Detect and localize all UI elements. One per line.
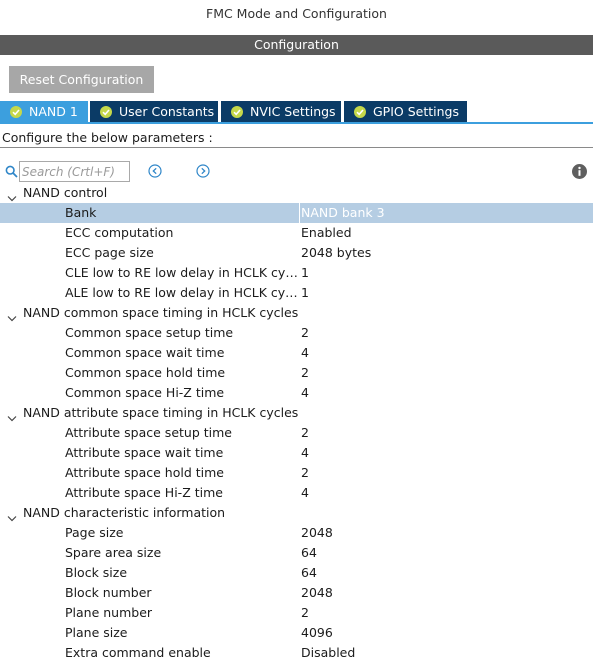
search-input[interactable]: [19, 161, 130, 182]
mode-title: FMC Mode and Configuration: [206, 6, 387, 21]
parameter-row[interactable]: Attribute space wait time 4: [0, 443, 593, 463]
parameter-value[interactable]: 4: [301, 443, 309, 463]
parameter-row[interactable]: Common space Hi-Z time 4: [0, 383, 593, 403]
check-icon: [10, 106, 22, 118]
parameter-name: CLE low to RE low delay in HCLK cycles: [65, 265, 299, 280]
group-label: NAND control: [23, 185, 108, 200]
parameter-value[interactable]: 2048: [301, 523, 333, 543]
parameter-name: Attribute space wait time: [65, 445, 224, 460]
next-result-icon[interactable]: [196, 164, 210, 178]
tab-label: NAND 1: [29, 104, 78, 119]
group-header[interactable]: NAND attribute space timing in HCLK cycl…: [0, 403, 593, 423]
parameter-value[interactable]: 2048: [301, 583, 333, 603]
parameter-name: Plane size: [65, 625, 128, 640]
group-label: NAND common space timing in HCLK cycles: [23, 305, 299, 320]
parameter-row[interactable]: Attribute space Hi-Z time 4: [0, 483, 593, 503]
info-icon[interactable]: [572, 164, 587, 179]
parameter-name: Bank: [65, 205, 97, 220]
parameter-row[interactable]: ECC page size 2048 bytes: [0, 243, 593, 263]
parameter-name: ECC computation: [65, 225, 174, 240]
parameter-value[interactable]: 1: [301, 283, 309, 303]
parameter-row[interactable]: Plane size 4096: [0, 623, 593, 643]
group-label: NAND attribute space timing in HCLK cycl…: [23, 405, 299, 420]
parameter-name: Common space setup time: [65, 325, 234, 340]
configure-hint: Configure the below parameters :: [0, 128, 593, 148]
group-label: NAND characteristic information: [23, 505, 226, 520]
parameter-name: ECC page size: [65, 245, 154, 260]
chevron-down-icon: [7, 309, 17, 322]
chevron-down-icon: [7, 509, 17, 522]
parameter-value[interactable]: 2: [301, 363, 309, 383]
parameter-value[interactable]: NAND bank 3: [301, 203, 385, 223]
tab-label: GPIO Settings: [373, 104, 459, 119]
parameter-name: Attribute space setup time: [65, 425, 232, 440]
parameter-name: Extra command enable: [65, 645, 211, 660]
parameter-row[interactable]: Common space wait time 4: [0, 343, 593, 363]
parameter-row[interactable]: Block size 64: [0, 563, 593, 583]
tab-label: User Constants: [119, 104, 215, 119]
parameter-name: Attribute space hold time: [65, 465, 225, 480]
parameter-name: Spare area size: [65, 545, 162, 560]
parameter-row[interactable]: Spare area size 64: [0, 543, 593, 563]
parameter-value[interactable]: 4: [301, 483, 309, 503]
parameter-row[interactable]: Common space hold time 2: [0, 363, 593, 383]
parameter-name: Block size: [65, 565, 128, 580]
parameter-row[interactable]: Extra command enable Disabled: [0, 643, 593, 663]
parameter-name: Common space wait time: [65, 345, 225, 360]
parameter-name: Attribute space Hi-Z time: [65, 485, 223, 500]
parameter-value[interactable]: 2: [301, 423, 309, 443]
parameter-row[interactable]: Common space setup time 2: [0, 323, 593, 343]
parameter-value[interactable]: 2: [301, 323, 309, 343]
parameter-value[interactable]: 2048 bytes: [301, 243, 371, 263]
parameter-name: Plane number: [65, 605, 153, 620]
parameter-name: Common space hold time: [65, 365, 226, 380]
parameter-row[interactable]: Bank NAND bank 3: [0, 203, 593, 223]
chevron-down-icon: [7, 409, 17, 422]
parameter-value[interactable]: 4: [301, 343, 309, 363]
parameter-value[interactable]: Enabled: [301, 223, 352, 243]
tab-bar: NAND 1 User Constants NVIC Settings GPIO…: [0, 101, 593, 123]
parameter-name: Page size: [65, 525, 124, 540]
check-icon: [354, 106, 366, 118]
parameter-value[interactable]: 4: [301, 383, 309, 403]
group-header[interactable]: NAND control: [0, 183, 593, 203]
check-icon: [231, 106, 243, 118]
tab-user-constants[interactable]: User Constants: [90, 101, 218, 123]
parameter-row[interactable]: ECC computation Enabled: [0, 223, 593, 243]
parameter-row[interactable]: Block number 2048: [0, 583, 593, 603]
parameter-row[interactable]: Page size 2048: [0, 523, 593, 543]
parameter-value[interactable]: 2: [301, 603, 309, 623]
parameter-value[interactable]: 2: [301, 463, 309, 483]
reset-configuration-button[interactable]: Reset Configuration: [9, 66, 154, 93]
parameter-row[interactable]: ALE low to RE low delay in HCLK cycles 1: [0, 283, 593, 303]
parameter-row[interactable]: Attribute space hold time 2: [0, 463, 593, 483]
previous-result-icon[interactable]: [148, 164, 162, 178]
tab-label: NVIC Settings: [250, 104, 336, 119]
column-divider: [299, 203, 300, 223]
parameter-row[interactable]: CLE low to RE low delay in HCLK cycles 1: [0, 263, 593, 283]
parameter-row[interactable]: Plane number 2: [0, 603, 593, 623]
tab-gpio-settings[interactable]: GPIO Settings: [344, 101, 467, 123]
chevron-down-icon: [7, 189, 17, 202]
parameter-value[interactable]: Disabled: [301, 643, 355, 663]
parameter-value[interactable]: 64: [301, 543, 317, 563]
search-icon: [5, 165, 18, 178]
parameter-name: ALE low to RE low delay in HCLK cycles: [65, 285, 299, 300]
tab-nand-1[interactable]: NAND 1: [0, 101, 88, 123]
parameter-value[interactable]: 4096: [301, 623, 333, 643]
check-icon: [100, 106, 112, 118]
parameter-name: Common space Hi-Z time: [65, 385, 225, 400]
parameter-name: Block number: [65, 585, 152, 600]
parameter-row[interactable]: Attribute space setup time 2: [0, 423, 593, 443]
group-header[interactable]: NAND characteristic information: [0, 503, 593, 523]
tab-underline: [0, 122, 593, 124]
configuration-bar: Configuration: [0, 35, 593, 55]
group-header[interactable]: NAND common space timing in HCLK cycles: [0, 303, 593, 323]
tab-nvic-settings[interactable]: NVIC Settings: [221, 101, 341, 123]
parameter-value[interactable]: 64: [301, 563, 317, 583]
parameter-value[interactable]: 1: [301, 263, 309, 283]
